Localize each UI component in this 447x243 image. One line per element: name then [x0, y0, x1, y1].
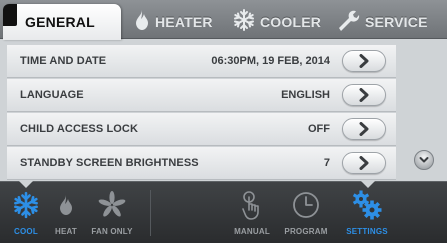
chevron-right-icon — [359, 88, 369, 102]
chevron-right-icon — [359, 156, 369, 170]
hand-touch-icon — [241, 187, 263, 223]
setting-value: ENGLISH — [281, 89, 330, 101]
setting-value: 06:30PM, 19 FEB, 2014 — [211, 55, 330, 67]
nav-settings-label: SETTINGS — [346, 227, 388, 236]
tab-heater[interactable]: HEATER — [134, 4, 213, 39]
setting-row-time-and-date[interactable]: TIME AND DATE 06:30PM, 19 FEB, 2014 — [7, 45, 396, 78]
fan-icon — [98, 187, 126, 223]
chevron-right-icon — [359, 54, 369, 68]
tab-general-label: GENERAL — [25, 14, 95, 30]
setting-label: CHILD ACCESS LOCK — [20, 123, 139, 135]
setting-label: LANGUAGE — [20, 89, 84, 101]
chevron-right-button[interactable] — [342, 50, 386, 72]
wrench-icon — [336, 8, 360, 35]
setting-row-child-access-lock[interactable]: CHILD ACCESS LOCK OFF — [7, 113, 396, 146]
snowflake-icon — [233, 9, 255, 34]
chevron-right-button[interactable] — [342, 84, 386, 106]
nav-program[interactable]: PROGRAM — [282, 187, 330, 243]
gear-icon — [352, 187, 382, 223]
tab-cooler[interactable]: COOLER — [233, 4, 321, 39]
setting-label: STANDBY SCREEN BRIGHTNESS — [20, 157, 199, 169]
tab-general[interactable]: GENERAL — [3, 4, 121, 40]
tab-service-label: SERVICE — [365, 13, 428, 30]
flame-icon — [58, 187, 74, 223]
tab-service[interactable]: SERVICE — [336, 4, 428, 39]
tab-heater-label: HEATER — [155, 13, 213, 30]
scroll-down-button[interactable] — [414, 150, 434, 170]
setting-value: 7 — [323, 157, 330, 169]
nav-cool-label: COOL — [14, 227, 38, 236]
bottom-nav: COOL HEAT FAN ONLY MANUAL PROGRAM SETTIN… — [0, 181, 447, 243]
chevron-right-button[interactable] — [342, 152, 386, 174]
nav-heat-label: HEAT — [55, 227, 77, 236]
chevron-right-button[interactable] — [342, 118, 386, 140]
settings-list: TIME AND DATE 06:30PM, 19 FEB, 2014 LANG… — [0, 40, 398, 180]
flame-icon — [134, 9, 150, 34]
snowflake-icon — [13, 187, 39, 223]
flag-icon — [3, 4, 17, 26]
chevron-right-icon — [359, 122, 369, 136]
nav-settings[interactable]: SETTINGS — [342, 187, 392, 243]
nav-fan-only-label: FAN ONLY — [91, 227, 133, 236]
nav-manual[interactable]: MANUAL — [230, 187, 274, 243]
settings-screen: GENERAL HEATER COOLER SERVICE TIME AND D… — [0, 0, 447, 243]
setting-row-language[interactable]: LANGUAGE ENGLISH — [7, 79, 396, 112]
clock-icon — [292, 187, 320, 223]
setting-value: OFF — [308, 123, 330, 135]
setting-row-standby-brightness[interactable]: STANDBY SCREEN BRIGHTNESS 7 — [7, 147, 396, 180]
tab-bar: GENERAL HEATER COOLER SERVICE — [0, 0, 447, 40]
nav-heat[interactable]: HEAT — [50, 187, 82, 243]
nav-fan-only[interactable]: FAN ONLY — [88, 187, 136, 243]
nav-manual-label: MANUAL — [234, 227, 270, 236]
tab-cooler-label: COOLER — [260, 13, 322, 30]
nav-divider — [150, 190, 151, 236]
chevron-down-icon — [419, 157, 429, 163]
nav-cool[interactable]: COOL — [8, 187, 44, 243]
setting-label: TIME AND DATE — [20, 55, 107, 67]
nav-program-label: PROGRAM — [284, 227, 328, 236]
